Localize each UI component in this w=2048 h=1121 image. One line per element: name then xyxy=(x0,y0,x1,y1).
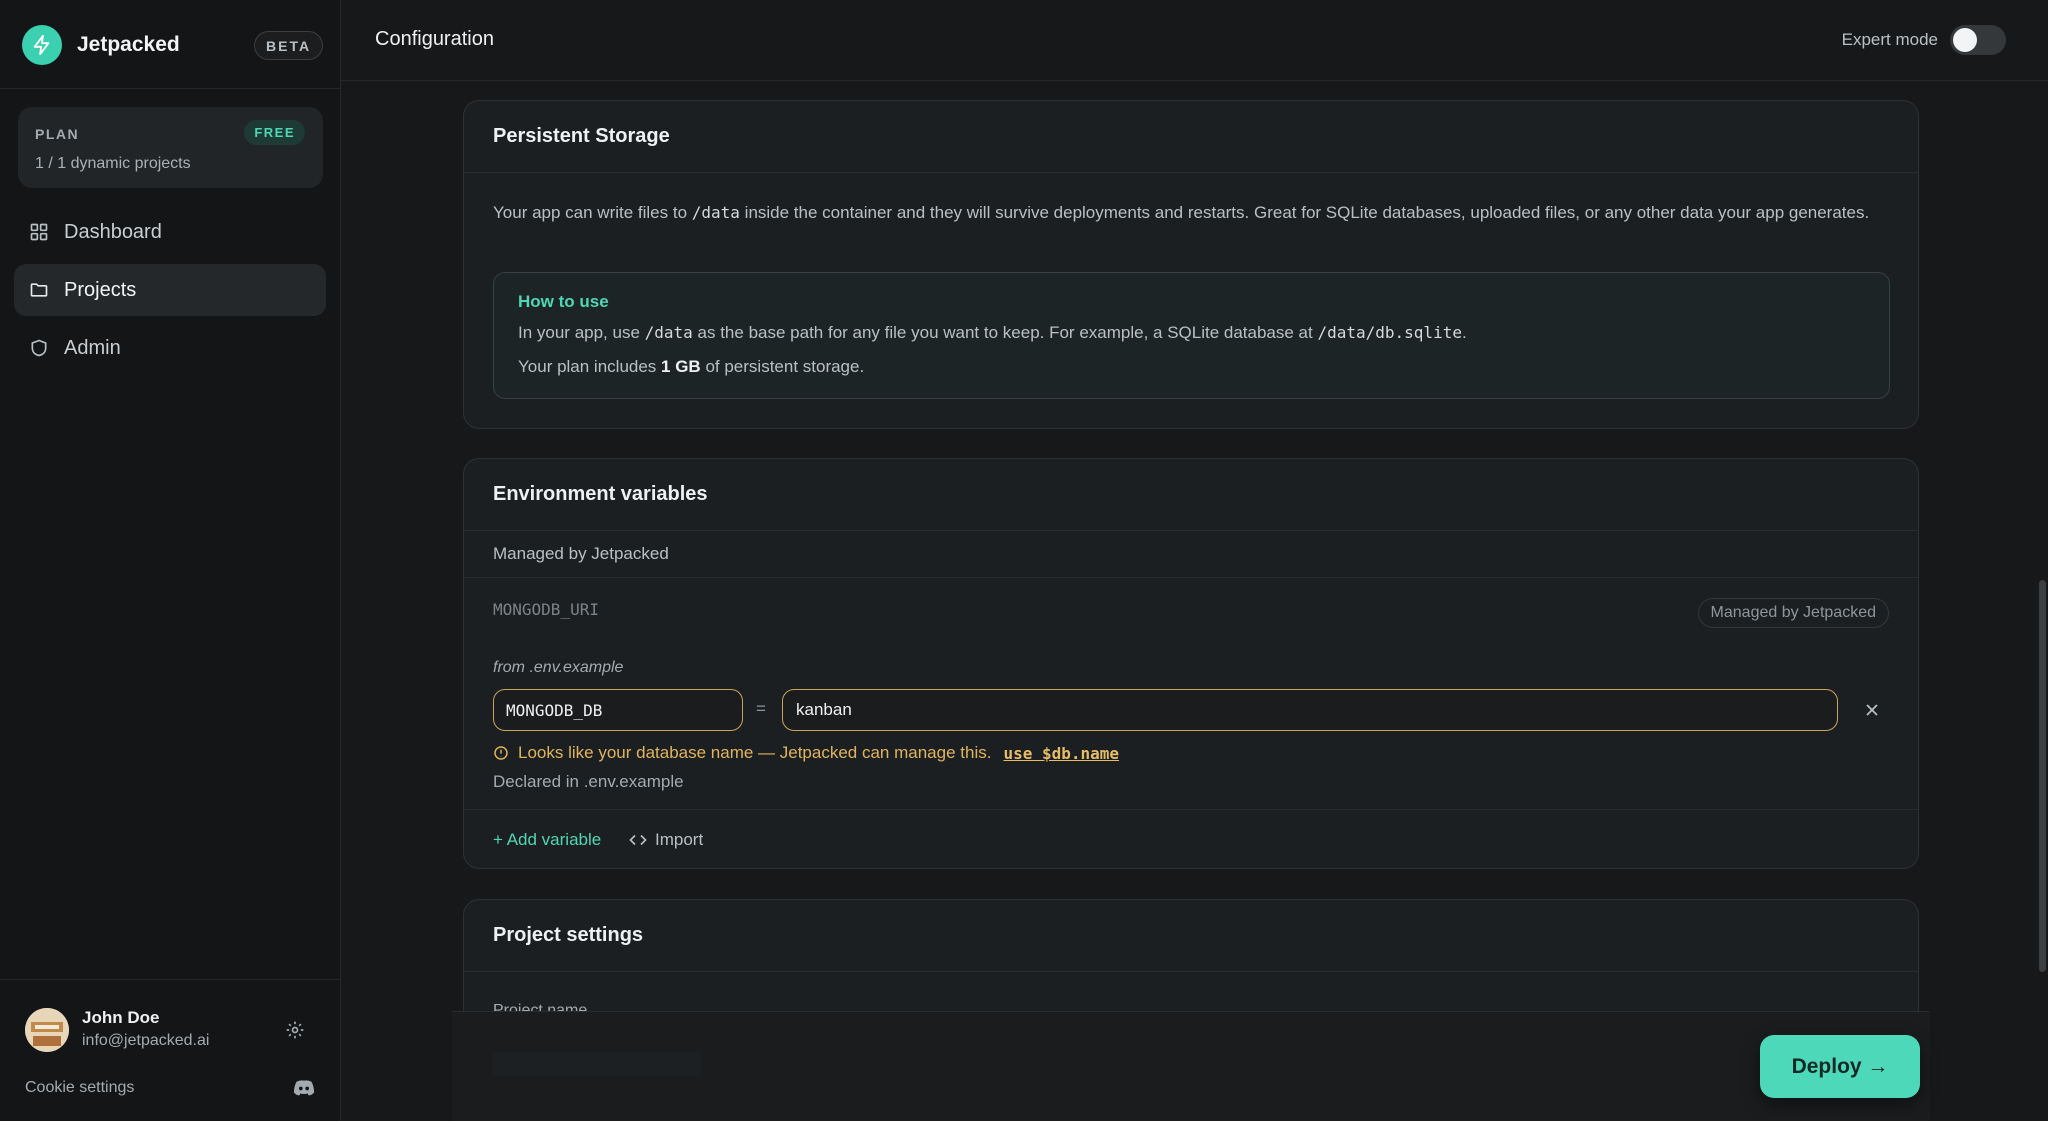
card-header: Project settings xyxy=(464,900,1918,972)
how-to-use-box: How to use In your app, use /data as the… xyxy=(493,272,1890,399)
nav-label: Admin xyxy=(64,336,121,359)
scrollbar-thumb[interactable] xyxy=(2039,580,2046,972)
page-title: Configuration xyxy=(375,28,494,50)
deploy-button[interactable]: Deploy → xyxy=(1760,1035,1920,1098)
sidebar: Jetpacked BETA PLAN FREE 1 / 1 dynamic p… xyxy=(0,0,341,1121)
environment-variables-card: Environment variables Managed by Jetpack… xyxy=(463,458,1919,869)
managed-badge: Managed by Jetpacked xyxy=(1697,598,1889,628)
grid-icon xyxy=(30,223,48,241)
shield-icon xyxy=(31,339,47,357)
project-name-field[interactable] xyxy=(492,1052,702,1076)
card-header: Environment variables xyxy=(464,459,1918,531)
equals-sign: = xyxy=(756,699,766,718)
top-bar: Configuration Expert mode xyxy=(341,0,2048,81)
brand-name[interactable]: Jetpacked xyxy=(77,33,180,57)
card-title: Project settings xyxy=(493,924,644,946)
nav-item-admin[interactable]: Admin xyxy=(14,322,326,374)
env-actions: + Add variable Import xyxy=(464,809,1918,868)
card-title: Environment variables xyxy=(493,483,708,505)
avatar[interactable] xyxy=(25,1008,69,1052)
nav-item-dashboard[interactable]: Dashboard xyxy=(14,206,326,258)
code-icon xyxy=(629,834,647,846)
user-name: John Doe xyxy=(82,1008,160,1027)
database-name-warning: Looks like your database name — Jetpacke… xyxy=(493,743,1119,763)
managed-section-header: Managed by Jetpacked xyxy=(464,531,1918,578)
variable-value-input[interactable] xyxy=(782,689,1838,731)
managed-variable-row: MONGODB_URI Managed by Jetpacked xyxy=(464,578,1918,646)
alert-circle-icon xyxy=(494,746,508,760)
persistent-storage-card: Persistent Storage Your app can write fi… xyxy=(463,100,1919,429)
plan-tier-badge: FREE xyxy=(244,120,305,145)
plan-card: PLAN FREE 1 / 1 dynamic projects xyxy=(18,107,323,188)
inline-code: /data xyxy=(691,203,740,222)
user-email: info@jetpacked.ai xyxy=(82,1032,210,1049)
nav-label: Dashboard xyxy=(64,220,162,243)
variable-key-input[interactable] xyxy=(493,689,743,731)
plan-usage: 1 / 1 dynamic projects xyxy=(35,155,191,172)
add-variable-button[interactable]: + Add variable xyxy=(493,830,601,850)
expert-mode-toggle[interactable] xyxy=(1950,25,2006,55)
card-title: Persistent Storage xyxy=(493,125,670,147)
cookie-settings-link[interactable]: Cookie settings xyxy=(25,1079,134,1097)
card-header: Persistent Storage xyxy=(464,101,1918,173)
expert-mode-label: Expert mode xyxy=(1841,30,1938,49)
storage-quota-line: Your plan includes 1 GB of persistent st… xyxy=(518,357,865,376)
how-to-line: In your app, use /data as the base path … xyxy=(518,323,1467,342)
brand-header: Jetpacked BETA xyxy=(0,0,340,89)
use-db-name-link[interactable]: use $db.name xyxy=(1003,744,1119,763)
toggle-knob xyxy=(1953,28,1977,52)
close-icon[interactable] xyxy=(1861,699,1883,721)
managed-key: MONGODB_URI xyxy=(493,600,599,619)
how-to-title: How to use xyxy=(518,292,609,311)
plan-label: PLAN xyxy=(35,126,80,142)
storage-description: Your app can write files to /data inside… xyxy=(493,203,1870,222)
declared-note: Declared in .env.example xyxy=(493,772,684,791)
import-button[interactable]: Import xyxy=(629,830,703,850)
folder-icon xyxy=(30,283,48,297)
bolt-icon[interactable] xyxy=(22,25,62,65)
env-source-label: from .env.example xyxy=(493,659,624,676)
user-panel: John Doe info@jetpacked.ai Cookie settin… xyxy=(0,979,340,1121)
discord-icon[interactable] xyxy=(293,1079,315,1102)
beta-badge: BETA xyxy=(254,31,324,60)
sticky-action-bar xyxy=(452,1011,1930,1121)
gear-icon[interactable] xyxy=(285,1020,305,1045)
nav-item-projects[interactable]: Projects xyxy=(14,264,326,316)
nav-label: Projects xyxy=(64,278,137,301)
